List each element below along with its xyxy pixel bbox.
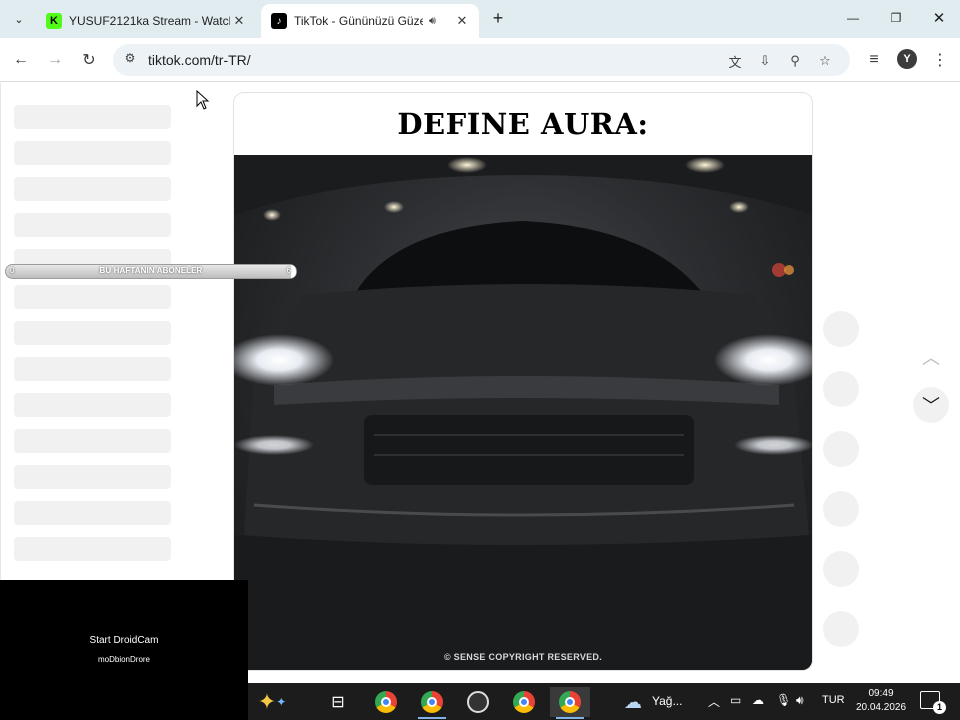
next-video-chevron-down-icon[interactable]: ﹀	[913, 387, 949, 423]
tray-chevron-up-icon[interactable]: ︿	[708, 693, 720, 710]
sidebar-skeleton-item	[14, 501, 171, 525]
clock-date: 20.04.2026	[855, 702, 907, 713]
notification-count: 1	[933, 701, 946, 714]
reload-icon[interactable]: ↻	[76, 47, 102, 73]
sidebar-skeleton-item	[14, 105, 171, 129]
tab-strip: ⌄ K YUSUF2121ka Stream - Watch Live ✕ ♪ …	[0, 0, 960, 38]
volume-icon[interactable]: 🔊︎	[796, 693, 804, 708]
zoom-icon[interactable]: ⚲	[785, 51, 805, 71]
tab-close-icon[interactable]: ✕	[453, 12, 471, 30]
clock-time: 09:49	[868, 688, 894, 699]
sidebar-skeleton-item	[14, 321, 171, 345]
subscriber-goal-bar: 0 BU HAFTANIN ABONELER 6	[5, 264, 297, 279]
droidcam-mirrored-text: moDbionDrore	[97, 655, 151, 664]
droidcam-start-text: Start DroidCam	[89, 635, 159, 646]
sidebar-skeleton-item	[14, 357, 171, 381]
copilot-sparkle-icon[interactable]: ✦ ✦	[252, 687, 292, 717]
chrome-taskbar-icon[interactable]	[366, 687, 406, 717]
weather-label[interactable]: Yağ...	[652, 694, 682, 708]
video-caption-title: DEFINE AURA:	[397, 107, 649, 141]
sidebar-skeleton-item	[14, 141, 171, 165]
input-language[interactable]: TUR	[822, 694, 845, 706]
sidebar-skeleton-item	[14, 393, 171, 417]
minimize-button[interactable]: —	[831, 4, 875, 32]
action-placeholder[interactable]	[823, 491, 859, 527]
audio-playing-icon[interactable]: 🔊︎	[429, 15, 447, 28]
tray-device-icon[interactable]: ▭	[730, 693, 741, 707]
sidebar-skeleton-item	[14, 429, 171, 453]
tab-kick-stream[interactable]: K YUSUF2121ka Stream - Watch Live ✕	[36, 4, 256, 38]
chrome-active-taskbar-icon[interactable]	[550, 687, 590, 719]
tab-search-chevron-icon[interactable]: ⌄	[6, 6, 32, 32]
bookmark-star-icon[interactable]: ☆	[815, 51, 835, 71]
sidebar-skeleton-item	[14, 537, 171, 561]
translate-icon[interactable]: 文	[725, 51, 745, 71]
video-watermark: © SENSE COPYRIGHT RESERVED.	[443, 652, 603, 662]
action-placeholder[interactable]	[823, 431, 859, 467]
tab-title: TikTok - Gününüzü Güzelleştirin	[294, 14, 423, 28]
kick-icon: K	[46, 13, 62, 29]
action-placeholder[interactable]	[823, 611, 859, 647]
sidebar-skeleton-item	[14, 465, 171, 489]
new-tab-button[interactable]: +	[487, 8, 509, 30]
obs-taskbar-icon[interactable]	[458, 687, 498, 717]
site-info-icon[interactable]: ⚙	[121, 51, 139, 69]
restore-button[interactable]: ❐	[874, 4, 918, 32]
tab-close-icon[interactable]: ✕	[230, 12, 248, 30]
sidebar	[0, 83, 235, 581]
media-controls-icon[interactable]: ≡	[861, 47, 887, 73]
sidebar-skeleton-item	[14, 213, 171, 237]
microphone-icon[interactable]: 🎙︎	[776, 693, 791, 707]
video-player[interactable]: © SENSE COPYRIGHT RESERVED.	[234, 155, 812, 670]
goal-max: 6	[286, 266, 291, 275]
taskbar-clock[interactable]: 09:49 20.04.2026	[855, 687, 907, 715]
sidebar-skeleton-item	[14, 177, 171, 201]
browser-toolbar: ← → ↻ ⚙ tiktok.com/tr-TR/ 文 ⇩ ⚲ ☆ ≡ Y ⋮	[0, 38, 960, 82]
url-text[interactable]: tiktok.com/tr-TR/	[148, 52, 251, 68]
action-placeholder[interactable]	[823, 371, 859, 407]
previous-video-chevron-up-icon[interactable]: ︿	[913, 339, 949, 375]
back-arrow-icon[interactable]: ←	[8, 47, 34, 73]
task-view-icon[interactable]: ⊟	[318, 687, 358, 717]
close-window-button[interactable]: ✕	[917, 4, 960, 32]
video-card[interactable]: DEFINE AURA: © SENSE COPYRIGHT RESERVED.	[234, 93, 812, 670]
tiktok-icon: ♪	[271, 13, 287, 29]
sidebar-skeleton-item	[14, 285, 171, 309]
tab-tiktok[interactable]: ♪ TikTok - Gününüzü Güzelleştirin 🔊︎ ✕	[261, 4, 479, 38]
tab-title: YUSUF2121ka Stream - Watch Live	[69, 14, 230, 28]
weather-cloud-icon[interactable]: ☁	[616, 687, 650, 717]
onedrive-cloud-icon[interactable]: ☁	[752, 693, 764, 707]
droidcam-overlay: Start DroidCam moDbionDrore	[0, 580, 248, 720]
action-placeholder[interactable]	[823, 311, 859, 347]
forward-arrow-icon[interactable]: →	[42, 47, 68, 73]
chrome-profile-taskbar-icon[interactable]	[412, 687, 452, 719]
car-night-image	[234, 155, 812, 670]
address-bar[interactable]: ⚙ tiktok.com/tr-TR/ 文 ⇩ ⚲ ☆	[113, 44, 850, 76]
mouse-cursor-icon	[196, 90, 210, 110]
chrome-profile-2-taskbar-icon[interactable]	[504, 687, 544, 717]
profile-avatar[interactable]: Y	[897, 49, 917, 69]
notification-center-icon[interactable]: 1	[920, 691, 946, 714]
action-placeholder[interactable]	[823, 551, 859, 587]
goal-label: BU HAFTANIN ABONELER	[99, 266, 203, 275]
install-app-icon[interactable]: ⇩	[755, 51, 775, 71]
menu-kebab-icon[interactable]: ⋮	[927, 47, 953, 73]
